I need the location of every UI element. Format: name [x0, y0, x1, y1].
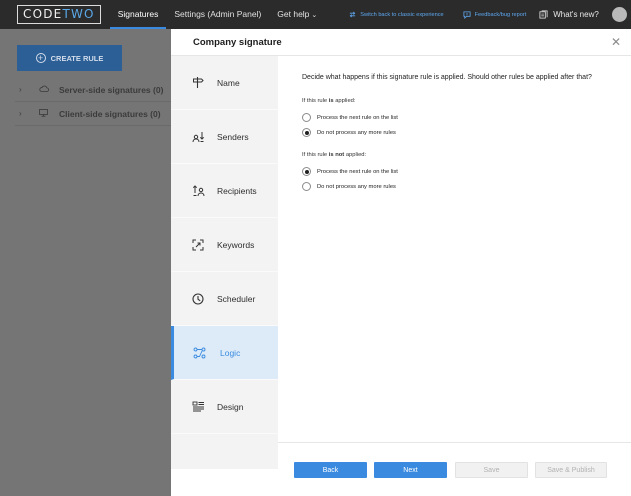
tree-item-server-side[interactable]: › Server-side signatures (0) — [15, 78, 171, 102]
step-label: Logic — [220, 347, 241, 358]
keywords-icon — [171, 239, 217, 251]
avatar[interactable] — [611, 7, 627, 22]
chevron-right-icon: › — [19, 109, 22, 118]
step-label: Recipients — [217, 185, 257, 196]
tree-item-label: Server-side signatures (0) — [59, 84, 164, 95]
back-button[interactable]: Back — [294, 462, 367, 478]
radio-label: Process the next rule on the list — [317, 114, 398, 121]
step-label: Name — [217, 77, 240, 88]
group-title-prefix: If this rule — [302, 98, 329, 104]
tab-get-help[interactable]: Get help ⌄ — [269, 0, 325, 29]
step-label: Scheduler — [217, 293, 256, 304]
step-label: Design — [217, 401, 244, 412]
top-bar: CODETWO Signatures Settings (Admin Panel… — [0, 0, 631, 29]
step-scheduler[interactable]: Scheduler — [171, 272, 278, 326]
switch-classic-link[interactable]: Switch back to classic experience — [349, 11, 444, 18]
radio-applied-stop[interactable]: Do not process any more rules — [302, 128, 622, 137]
radio-applied-process-next[interactable]: Process the next rule on the list — [302, 113, 622, 122]
step-name[interactable]: Name — [171, 56, 278, 110]
switch-arrows-icon — [350, 11, 356, 18]
codetwo-logo[interactable]: CODETWO — [17, 5, 101, 24]
logo-text-code: CODE — [23, 7, 63, 21]
senders-icon — [171, 131, 217, 143]
dialog-footer: Back Next Save Save & Publish — [278, 442, 631, 496]
clock-icon — [171, 292, 217, 305]
whats-new-label: What's new? — [553, 10, 599, 19]
radio-label: Process the next rule on the list — [317, 168, 398, 175]
chevron-right-icon: › — [19, 85, 22, 94]
whats-new-icon — [539, 10, 548, 19]
chevron-down-icon: ⌄ — [311, 12, 318, 19]
radio-circle[interactable] — [302, 182, 311, 191]
signpost-icon — [171, 76, 217, 89]
radio-label: Do not process any more rules — [317, 183, 396, 190]
wizard-steps: Name Senders Recipients Keywords Schedul… — [171, 56, 278, 469]
close-icon[interactable]: ✕ — [611, 35, 621, 49]
monitor-icon — [39, 108, 53, 119]
group-title: If this rule is not applied: — [302, 152, 622, 158]
step-label: Keywords — [217, 239, 255, 250]
create-rule-label: CREATE RULE — [50, 53, 104, 63]
save-publish-button[interactable]: Save & Publish — [535, 462, 607, 478]
group-title-suffix: applied: — [344, 152, 367, 158]
group-title-suffix: applied: — [333, 98, 356, 104]
radio-circle[interactable] — [302, 167, 311, 176]
radio-not-applied-stop[interactable]: Do not process any more rules — [302, 182, 622, 191]
logic-panel: Decide what happens if this signature ru… — [302, 74, 622, 191]
design-icon — [171, 401, 217, 413]
radio-circle[interactable] — [302, 113, 311, 122]
plus-circle-icon: + — [35, 53, 46, 63]
create-rule-button[interactable]: + CREATE RULE — [17, 45, 122, 71]
next-button[interactable]: Next — [374, 462, 447, 478]
rule-wizard-dialog: Company signature ✕ Name Senders Recipie… — [171, 29, 631, 496]
feedback-icon — [463, 10, 471, 19]
tree-item-label: Client-side signatures (0) — [59, 108, 161, 119]
radio-circle[interactable] — [302, 128, 311, 137]
tree-item-client-side[interactable]: › Client-side signatures (0) — [15, 102, 171, 126]
tab-get-help-label: Get help — [277, 9, 310, 19]
radio-not-applied-process-next[interactable]: Process the next rule on the list — [302, 167, 622, 176]
step-label: Senders — [217, 131, 249, 142]
tab-settings[interactable]: Settings (Admin Panel) — [166, 0, 269, 29]
cloud-icon — [39, 85, 53, 94]
dialog-title: Company signature — [193, 37, 282, 48]
radio-label: Do not process any more rules — [317, 129, 396, 136]
feedback-label: Feedback/bug report — [474, 11, 527, 18]
group-title-bold: is not — [328, 152, 345, 158]
group-rule-applied: If this rule is applied: Process the nex… — [302, 98, 622, 137]
recipients-icon — [171, 184, 217, 197]
whats-new-button[interactable]: What's new? — [539, 10, 599, 19]
group-title: If this rule is applied: — [302, 98, 622, 104]
save-button[interactable]: Save — [455, 462, 528, 478]
tab-signatures[interactable]: Signatures — [109, 0, 167, 29]
group-rule-not-applied: If this rule is not applied: Process the… — [302, 152, 622, 191]
step-design[interactable]: Design — [171, 380, 278, 434]
step-recipients[interactable]: Recipients — [171, 164, 278, 218]
logo-text-two: TWO — [62, 7, 95, 21]
dialog-header: Company signature ✕ — [171, 29, 631, 56]
switch-classic-label: Switch back to classic experience — [360, 11, 444, 18]
step-logic[interactable]: Logic — [171, 326, 278, 380]
step-senders[interactable]: Senders — [171, 110, 278, 164]
feedback-link[interactable]: Feedback/bug report — [463, 10, 527, 19]
group-title-prefix: If this rule — [302, 152, 329, 158]
step-keywords[interactable]: Keywords — [171, 218, 278, 272]
logic-icon — [174, 347, 220, 359]
logic-question: Decide what happens if this signature ru… — [302, 74, 592, 81]
